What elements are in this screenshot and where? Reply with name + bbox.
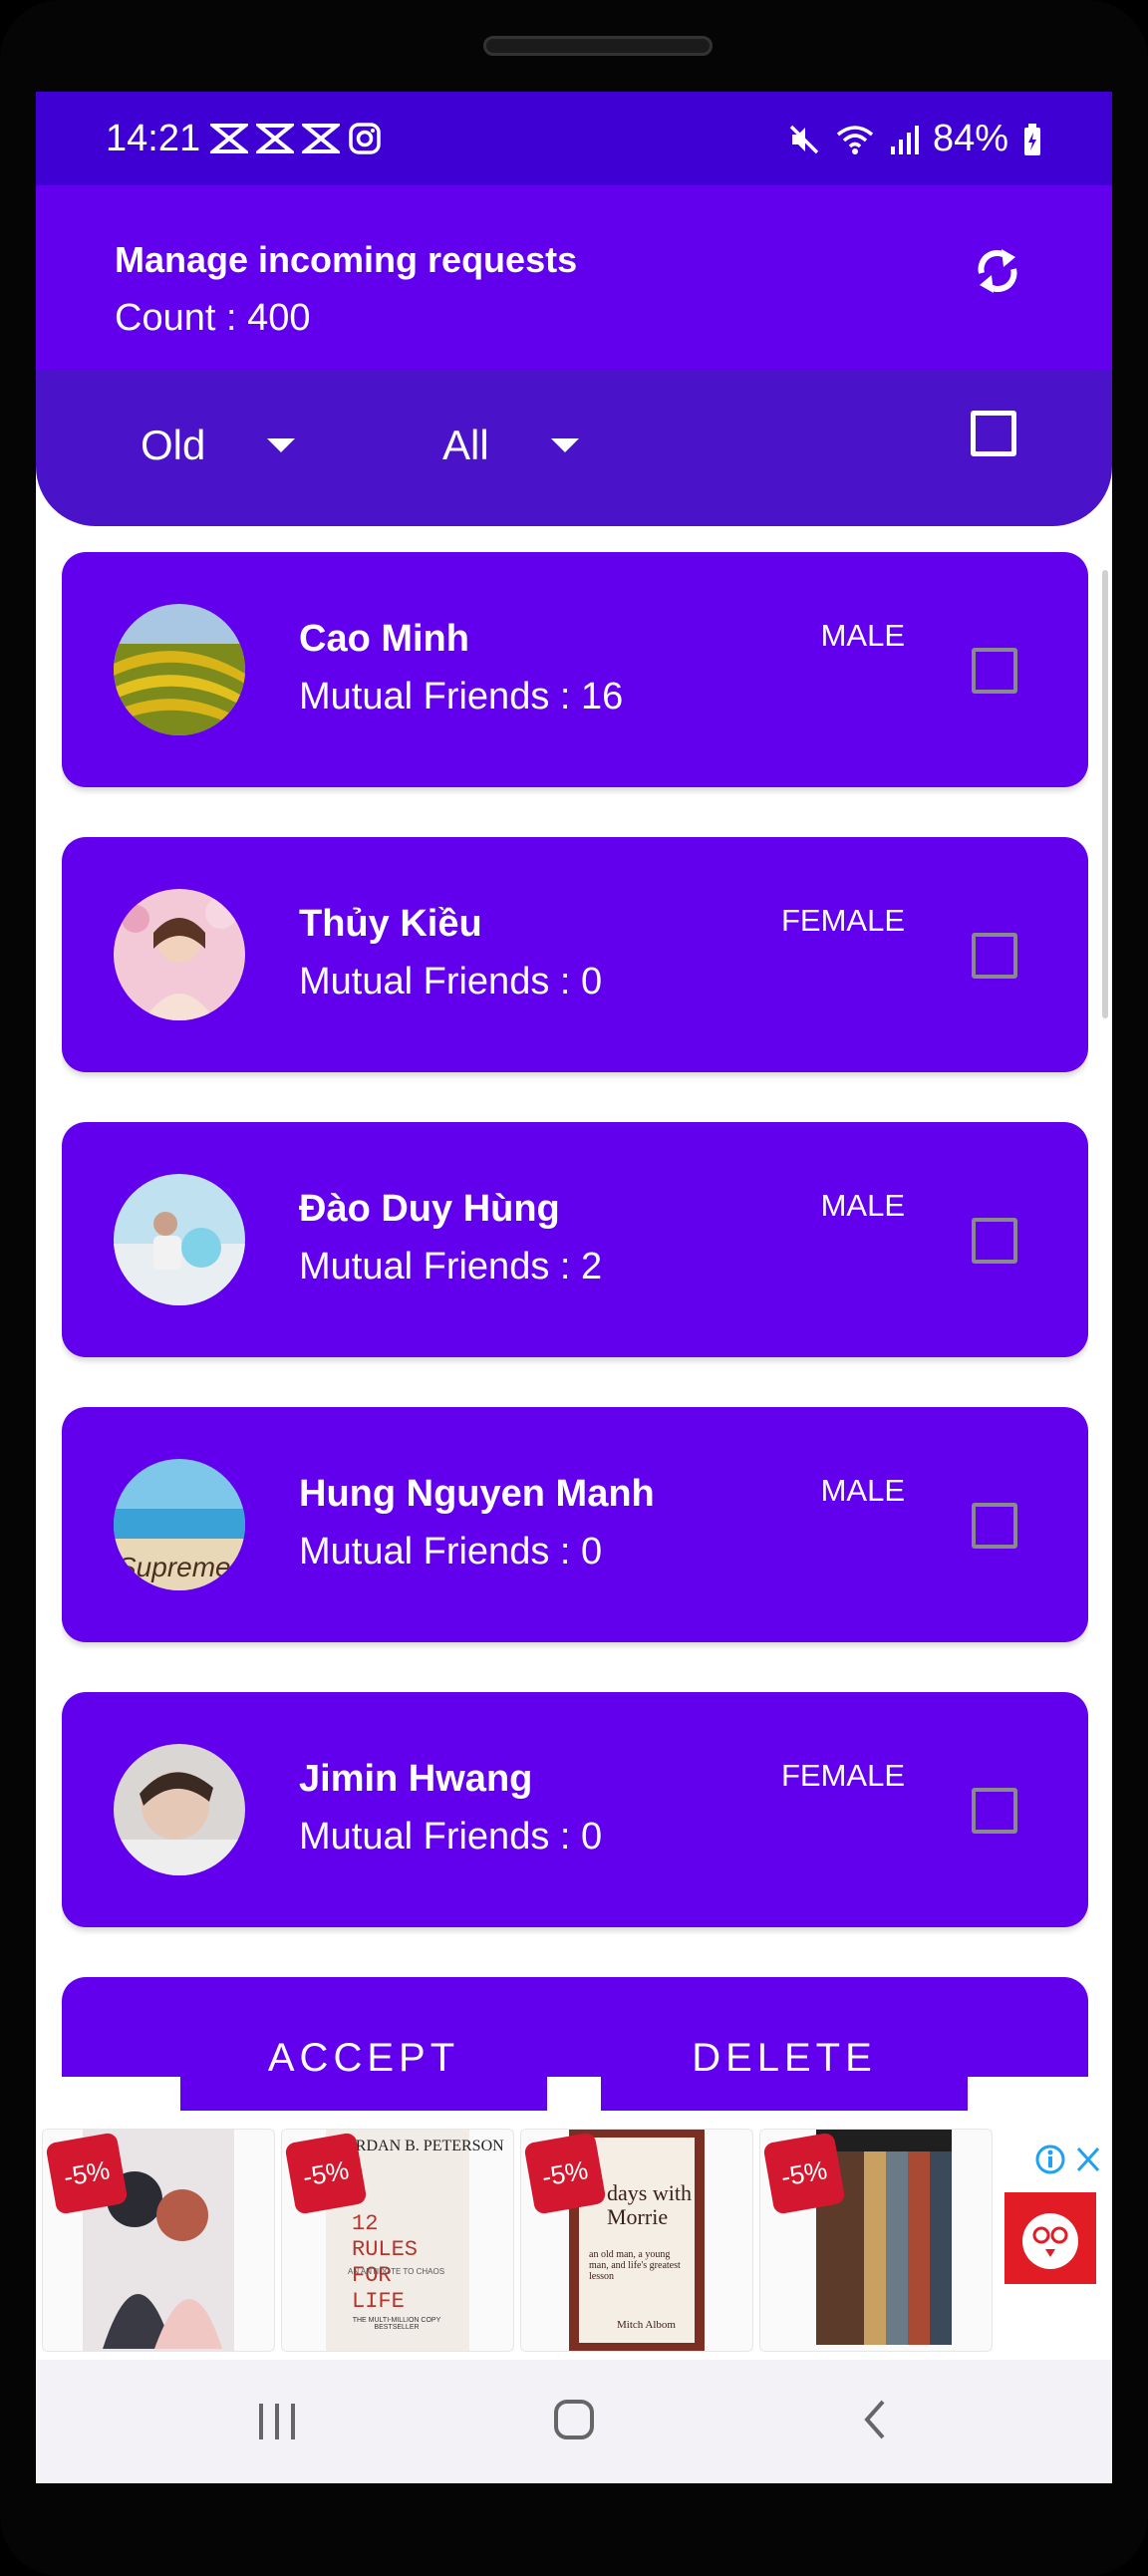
sort-dropdown-value: Old <box>141 422 206 468</box>
ad-product[interactable]: days with Morrie an old man, a young man… <box>520 2129 753 2352</box>
system-status: 84% <box>787 118 1042 160</box>
book-author: Mitch Albom <box>617 2319 676 2331</box>
ad-product[interactable]: -5% <box>759 2129 993 2352</box>
requester-name: Thủy Kiều <box>299 903 482 945</box>
gender-label: MALE <box>820 1188 905 1223</box>
instagram-icon <box>349 123 381 154</box>
discount-badge: -5% <box>523 2132 607 2215</box>
book-footer: THE MULTI-MILLION COPY BESTSELLER <box>352 2317 441 2331</box>
advertiser-logo[interactable] <box>1004 2192 1096 2284</box>
mutual-friends: Mutual Friends : 0 <box>299 1816 603 1858</box>
status-time: 14:21 <box>106 118 201 159</box>
ad-banner[interactable]: -5% JORDAN B. PETERSON 12 RULES FOR LIFE… <box>36 2129 1112 2363</box>
battery-percent: 84% <box>932 118 1008 159</box>
request-checkbox[interactable] <box>972 1218 1017 1264</box>
gender-filter-dropdown[interactable]: All <box>442 411 579 480</box>
request-card[interactable]: Đào Duy Hùng Mutual Friends : 2 MALE <box>62 1122 1088 1357</box>
chevron-down-icon <box>550 438 579 452</box>
system-nav-bar <box>36 2360 1112 2483</box>
book-title: 12 RULES FOR LIFE <box>352 2211 419 2314</box>
request-checkbox[interactable] <box>972 1503 1017 1549</box>
phone-frame: 14:21 84% Old All Manage incoming reques… <box>0 0 1148 2576</box>
back-icon[interactable] <box>859 2398 889 2441</box>
home-icon[interactable] <box>552 2398 596 2441</box>
capcut-icon <box>210 124 248 153</box>
svg-text:Supreme: Supreme <box>118 1552 231 1582</box>
chevron-down-icon <box>267 438 296 452</box>
requester-name: Jimin Hwang <box>299 1758 533 1800</box>
mutual-friends: Mutual Friends : 0 <box>299 1531 603 1573</box>
notification-icons <box>210 122 382 155</box>
avatar <box>114 889 245 1020</box>
sort-dropdown[interactable]: Old <box>141 411 296 480</box>
request-checkbox[interactable] <box>972 933 1017 979</box>
refresh-button[interactable] <box>968 241 1027 301</box>
gender-label: MALE <box>820 618 905 653</box>
request-checkbox[interactable] <box>972 1788 1017 1834</box>
request-card[interactable]: Supreme Hung Nguyen Manh Mutual Friends … <box>62 1407 1088 1642</box>
list-scrollbar[interactable] <box>1102 570 1108 1018</box>
request-card[interactable]: Jimin Hwang Mutual Friends : 0 FEMALE <box>62 1692 1088 1927</box>
request-card[interactable]: Cao Minh Mutual Friends : 16 MALE <box>62 552 1088 787</box>
ad-product[interactable]: -5% <box>42 2129 275 2352</box>
signal-icon <box>890 125 919 154</box>
request-list: Cao Minh Mutual Friends : 16 MALE Thủy K… <box>62 552 1088 2077</box>
avatar: Supreme <box>114 1459 245 1590</box>
battery-icon <box>1024 123 1040 155</box>
ad-choices-icon[interactable] <box>1034 2143 1104 2176</box>
gender-label: FEMALE <box>780 1758 905 1793</box>
filter-bar: Old All <box>36 371 1112 526</box>
request-count: Count : 400 <box>115 297 311 339</box>
book-title: days with Morrie <box>607 2180 692 2229</box>
select-all-checkbox[interactable] <box>971 411 1016 456</box>
discount-badge: -5% <box>284 2132 368 2215</box>
request-card[interactable]: Thủy Kiều Mutual Friends : 0 FEMALE <box>62 837 1088 1072</box>
recent-apps-icon[interactable] <box>255 2402 299 2441</box>
mutual-friends: Mutual Friends : 16 <box>299 676 624 717</box>
gender-label: FEMALE <box>780 903 905 938</box>
refresh-icon <box>978 249 1017 293</box>
mutual-friends: Mutual Friends : 0 <box>299 961 603 1002</box>
request-checkbox[interactable] <box>972 648 1017 694</box>
book-author: JORDAN B. PETERSON <box>338 2138 504 2154</box>
avatar <box>114 1744 245 1875</box>
requester-name: Cao Minh <box>299 618 469 660</box>
earpiece-speaker <box>483 36 713 56</box>
mute-icon <box>789 125 819 153</box>
book-subtitle: an old man, a young man, and life's grea… <box>589 2249 681 2282</box>
status-bar: 14:21 84% <box>36 92 1112 185</box>
capcut-icon <box>256 124 294 153</box>
avatar <box>114 604 245 735</box>
book-subtitle: AN ANTIDOTE TO CHAOS <box>348 2267 445 2276</box>
discount-badge: -5% <box>45 2132 129 2215</box>
screen: 14:21 84% Old All Manage incoming reques… <box>36 92 1112 2483</box>
accept-button[interactable]: ACCEPT <box>180 2005 547 2111</box>
capcut-icon <box>302 124 340 153</box>
requester-name: Đào Duy Hùng <box>299 1188 560 1230</box>
gender-filter-value: All <box>442 422 489 468</box>
avatar <box>114 1174 245 1305</box>
mutual-friends: Mutual Friends : 2 <box>299 1246 603 1288</box>
wifi-icon <box>836 125 874 154</box>
discount-badge: -5% <box>762 2132 846 2215</box>
gender-label: MALE <box>820 1473 905 1508</box>
page-title: Manage incoming requests <box>115 239 578 280</box>
ad-product[interactable]: JORDAN B. PETERSON 12 RULES FOR LIFE AN … <box>281 2129 514 2352</box>
delete-button[interactable]: DELETE <box>601 2005 968 2111</box>
requester-name: Hung Nguyen Manh <box>299 1473 655 1515</box>
